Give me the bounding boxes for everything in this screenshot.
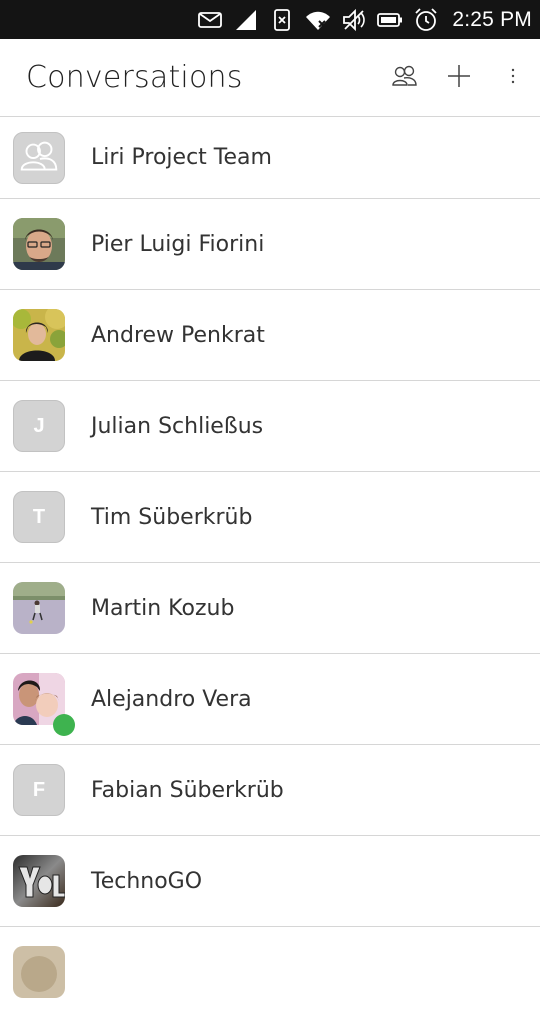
conversation-row[interactable]: Andrew Penkrat — [0, 290, 540, 381]
status-bar: 2:25 PM — [0, 0, 540, 39]
avatar-initial: T — [13, 491, 65, 543]
conversation-row[interactable]: TechnoGO — [0, 836, 540, 927]
clock-time: 2:25 PM — [452, 7, 532, 31]
contact-name: Julian Schließus — [91, 413, 264, 439]
avatar: T — [13, 491, 65, 543]
page-title: Conversations — [26, 60, 243, 95]
contact-name: Liri Project Team — [91, 145, 272, 170]
mail-icon — [196, 6, 224, 34]
avatar-photo — [13, 218, 65, 270]
contact-name: Pier Luigi Fiorini — [91, 231, 265, 257]
avatar: F — [13, 764, 65, 816]
avatar: J — [13, 400, 65, 452]
conversation-row[interactable]: J Julian Schließus — [0, 381, 540, 472]
wifi-icon — [304, 6, 332, 34]
avatar-initial: F — [13, 764, 65, 816]
avatar — [13, 946, 65, 998]
contact-name: Martin Kozub — [91, 595, 235, 621]
contact-name: Fabian Süberkrüb — [91, 777, 284, 803]
conversation-row[interactable]: Pier Luigi Fiorini — [0, 199, 540, 290]
no-sim-icon — [268, 6, 296, 34]
avatar — [13, 855, 65, 907]
battery-icon — [376, 6, 404, 34]
contact-name: Andrew Penkrat — [91, 322, 265, 348]
conversation-row[interactable]: T Tim Süberkrüb — [0, 472, 540, 563]
contact-name: TechnoGO — [91, 868, 203, 894]
signal-icon — [232, 6, 260, 34]
header-bar: Conversations — [0, 39, 540, 117]
conversation-row[interactable]: Martin Kozub — [0, 563, 540, 654]
online-status-indicator — [53, 714, 75, 736]
conversation-row-partial[interactable] — [0, 927, 540, 1018]
avatar-initial: J — [13, 400, 65, 452]
conversation-list: Liri Project Team Pier Luigi Fiorini And… — [0, 117, 540, 1018]
contacts-button[interactable] — [378, 51, 432, 105]
avatar-photo — [13, 946, 65, 998]
avatar-photo — [13, 855, 65, 907]
group-icon — [13, 131, 65, 184]
avatar — [13, 673, 75, 736]
conversation-row[interactable]: Alejandro Vera — [0, 654, 540, 745]
overflow-menu-button[interactable] — [486, 51, 540, 105]
volume-muted-icon — [340, 6, 368, 34]
contact-name: Alejandro Vera — [91, 686, 252, 712]
alarm-icon — [412, 6, 440, 34]
avatar — [13, 131, 65, 184]
avatar-photo — [13, 582, 65, 634]
avatar — [13, 582, 65, 634]
overflow-menu-icon — [498, 61, 528, 95]
conversation-row[interactable]: Liri Project Team — [0, 117, 540, 199]
add-icon — [444, 61, 474, 95]
conversation-row[interactable]: F Fabian Süberkrüb — [0, 745, 540, 836]
avatar — [13, 309, 65, 361]
contact-name: Tim Süberkrüb — [91, 504, 253, 530]
avatar — [13, 218, 65, 270]
add-button[interactable] — [432, 51, 486, 105]
avatar-photo — [13, 309, 65, 361]
contacts-icon — [390, 61, 420, 95]
